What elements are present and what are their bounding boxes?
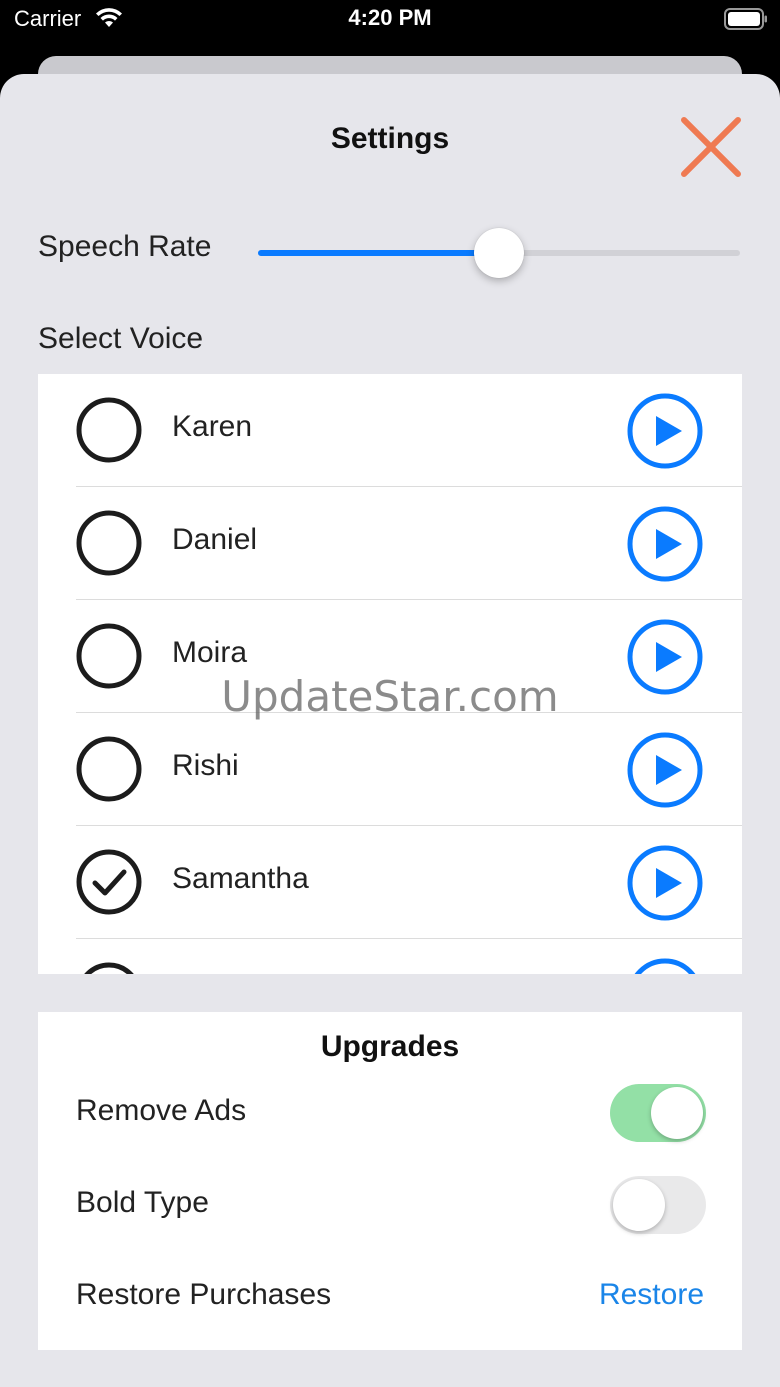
voice-row-samantha[interactable]: Samantha xyxy=(38,826,742,939)
remove-ads-toggle[interactable] xyxy=(610,1084,706,1142)
status-bar: Carrier 4:20 PM xyxy=(0,0,780,40)
play-icon[interactable] xyxy=(626,844,704,922)
close-icon[interactable] xyxy=(678,114,744,180)
voice-row-rishi[interactable]: Rishi xyxy=(38,713,742,826)
app-screen: Carrier 4:20 PM Settings Speech Rate Sel… xyxy=(0,0,780,1387)
play-icon[interactable] xyxy=(626,731,704,809)
voice-row-partial[interactable] xyxy=(38,939,742,974)
voice-row-daniel[interactable]: Daniel xyxy=(38,487,742,600)
slider-fill xyxy=(258,250,499,256)
settings-sheet: Settings Speech Rate Select Voice Karen xyxy=(0,74,780,1387)
remove-ads-label: Remove Ads xyxy=(76,1094,247,1127)
status-time: 4:20 PM xyxy=(348,5,432,30)
speech-rate-slider[interactable] xyxy=(256,224,742,282)
radio-unchecked-icon[interactable] xyxy=(76,736,142,802)
speech-rate-label: Speech Rate xyxy=(38,230,212,263)
restore-purchases-label: Restore Purchases xyxy=(76,1278,332,1311)
voice-name: Samantha xyxy=(172,862,309,895)
voice-name: Moira xyxy=(172,636,248,669)
play-icon[interactable] xyxy=(626,392,704,470)
radio-unchecked-icon[interactable] xyxy=(76,962,142,974)
voice-row-karen[interactable]: Karen xyxy=(38,374,742,487)
upgrades-panel: Upgrades Remove Ads Bold Type Restore Pu… xyxy=(38,1012,742,1350)
toggle-knob xyxy=(651,1087,703,1139)
voice-name: Karen xyxy=(172,410,253,443)
voice-name: Daniel xyxy=(172,523,258,556)
play-icon[interactable] xyxy=(626,505,704,583)
restore-link[interactable]: Restore xyxy=(599,1278,704,1312)
radio-checked-icon[interactable] xyxy=(76,849,142,915)
bold-type-toggle[interactable] xyxy=(610,1176,706,1234)
radio-unchecked-icon[interactable] xyxy=(76,397,142,463)
battery-icon xyxy=(724,8,767,30)
radio-unchecked-icon[interactable] xyxy=(76,510,142,576)
voice-name: Rishi xyxy=(172,749,239,782)
upgrades-title: Upgrades xyxy=(320,1030,460,1063)
watermark: UpdateStar.com xyxy=(221,672,559,721)
slider-thumb[interactable] xyxy=(474,228,524,278)
select-voice-label: Select Voice xyxy=(38,322,204,355)
play-icon[interactable] xyxy=(626,957,704,974)
page-title: Settings xyxy=(330,122,450,155)
toggle-knob xyxy=(613,1179,665,1231)
bold-type-label: Bold Type xyxy=(76,1186,209,1219)
